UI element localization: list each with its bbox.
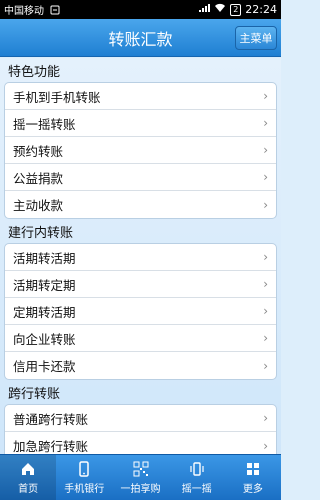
carrier-name: 中国移动 <box>4 6 44 17</box>
section-header-featured: 特色功能 <box>8 65 61 80</box>
phone-icon <box>79 460 90 477</box>
chevron-right-icon: › <box>263 331 268 345</box>
chevron-right-icon: › <box>263 89 268 103</box>
list-item[interactable]: 信用卡还款 › <box>5 352 276 379</box>
tab-more[interactable]: 更多 <box>225 455 281 500</box>
wifi-icon <box>214 3 226 16</box>
tab-scan-shop[interactable]: 一拍享购 <box>112 455 168 500</box>
tab-label: 一拍享购 <box>120 483 161 495</box>
chevron-right-icon: › <box>263 358 268 373</box>
list-item[interactable]: 预约转账 › <box>5 137 276 164</box>
title-bar: 转账汇款 主菜单 <box>0 19 281 57</box>
list-item-label: 公益捐款 <box>13 170 64 186</box>
list-item-label: 摇一摇转账 <box>13 116 76 132</box>
list-item[interactable]: 活期转活期 › <box>5 244 276 271</box>
status-bar: 中国移动 2 22:24 <box>0 0 281 19</box>
chevron-right-icon: › <box>263 411 268 425</box>
list-item-label: 手机到手机转账 <box>13 89 101 105</box>
shake-icon <box>190 461 204 476</box>
chevron-right-icon: › <box>263 116 268 130</box>
list-item-label: 加急跨行转账 <box>13 439 89 454</box>
list-item[interactable]: 摇一摇转账 › <box>5 110 276 137</box>
chevron-right-icon: › <box>263 277 268 291</box>
list-item[interactable]: 普通跨行转账 › <box>5 405 276 432</box>
cellular-icon <box>198 3 211 16</box>
list-item[interactable]: 主动收款 › <box>5 191 276 218</box>
transfer-menu: 特色功能 手机到手机转账 › 摇一摇转账 › 预约转账 › 公益捐款 › 主动收款 › 建… <box>0 58 281 454</box>
list-item-label: 向企业转账 <box>13 331 76 347</box>
chevron-right-icon: › <box>263 170 268 184</box>
chevron-right-icon: › <box>263 304 268 318</box>
chevron-right-icon: › <box>263 197 268 212</box>
list-item-label: 定期转活期 <box>13 304 76 320</box>
group-interbank: 普通跨行转账 › 加急跨行转账 › <box>4 404 277 454</box>
tab-shake[interactable]: 摇一摇 <box>169 455 225 500</box>
group-internal: 活期转活期 › 活期转定期 › 定期转活期 › 向企业转账 › 信用卡还款 › <box>4 243 277 380</box>
list-item[interactable]: 活期转定期 › <box>5 271 276 298</box>
list-item[interactable]: 定期转活期 › <box>5 298 276 325</box>
tab-home[interactable]: 首页 <box>0 455 57 500</box>
list-item[interactable]: 手机到手机转账 › <box>5 83 276 110</box>
list-item-label: 普通跨行转账 <box>13 411 89 427</box>
notification-icon <box>50 5 60 15</box>
more-icon <box>246 462 259 475</box>
list-item[interactable]: 向企业转账 › <box>5 325 276 352</box>
clock: 22:24 <box>245 3 277 16</box>
chevron-right-icon: › <box>263 250 268 264</box>
tab-label: 更多 <box>242 483 263 495</box>
tab-label: 摇一摇 <box>181 483 212 495</box>
list-item-label: 主动收款 <box>13 198 64 213</box>
list-item-label: 活期转活期 <box>13 250 76 266</box>
home-icon <box>22 462 35 475</box>
list-item-label: 活期转定期 <box>13 277 76 293</box>
battery-indicator: 2 <box>230 3 242 16</box>
list-item[interactable]: 加急跨行转账 › <box>5 432 276 455</box>
chevron-right-icon: › <box>263 438 268 453</box>
section-header-interbank: 跨行转账 <box>8 387 61 402</box>
bottom-tab-bar: 首页 手机银行 一拍享购 摇一摇 更多 <box>0 454 281 500</box>
tab-label: 手机银行 <box>64 483 105 495</box>
list-item-label: 预约转账 <box>13 143 64 159</box>
chevron-right-icon: › <box>263 143 268 157</box>
page-title: 转账汇款 <box>108 29 173 49</box>
section-header-internal: 建行内转账 <box>8 226 74 241</box>
list-item[interactable]: 公益捐款 › <box>5 164 276 191</box>
list-item-label: 信用卡还款 <box>13 359 76 374</box>
tab-mobile-banking[interactable]: 手机银行 <box>56 455 112 500</box>
main-menu-button[interactable]: 主菜单 <box>235 26 277 50</box>
tab-label: 首页 <box>18 483 39 495</box>
group-featured: 手机到手机转账 › 摇一摇转账 › 预约转账 › 公益捐款 › 主动收款 › <box>4 82 277 219</box>
qrcode-icon <box>133 461 148 476</box>
